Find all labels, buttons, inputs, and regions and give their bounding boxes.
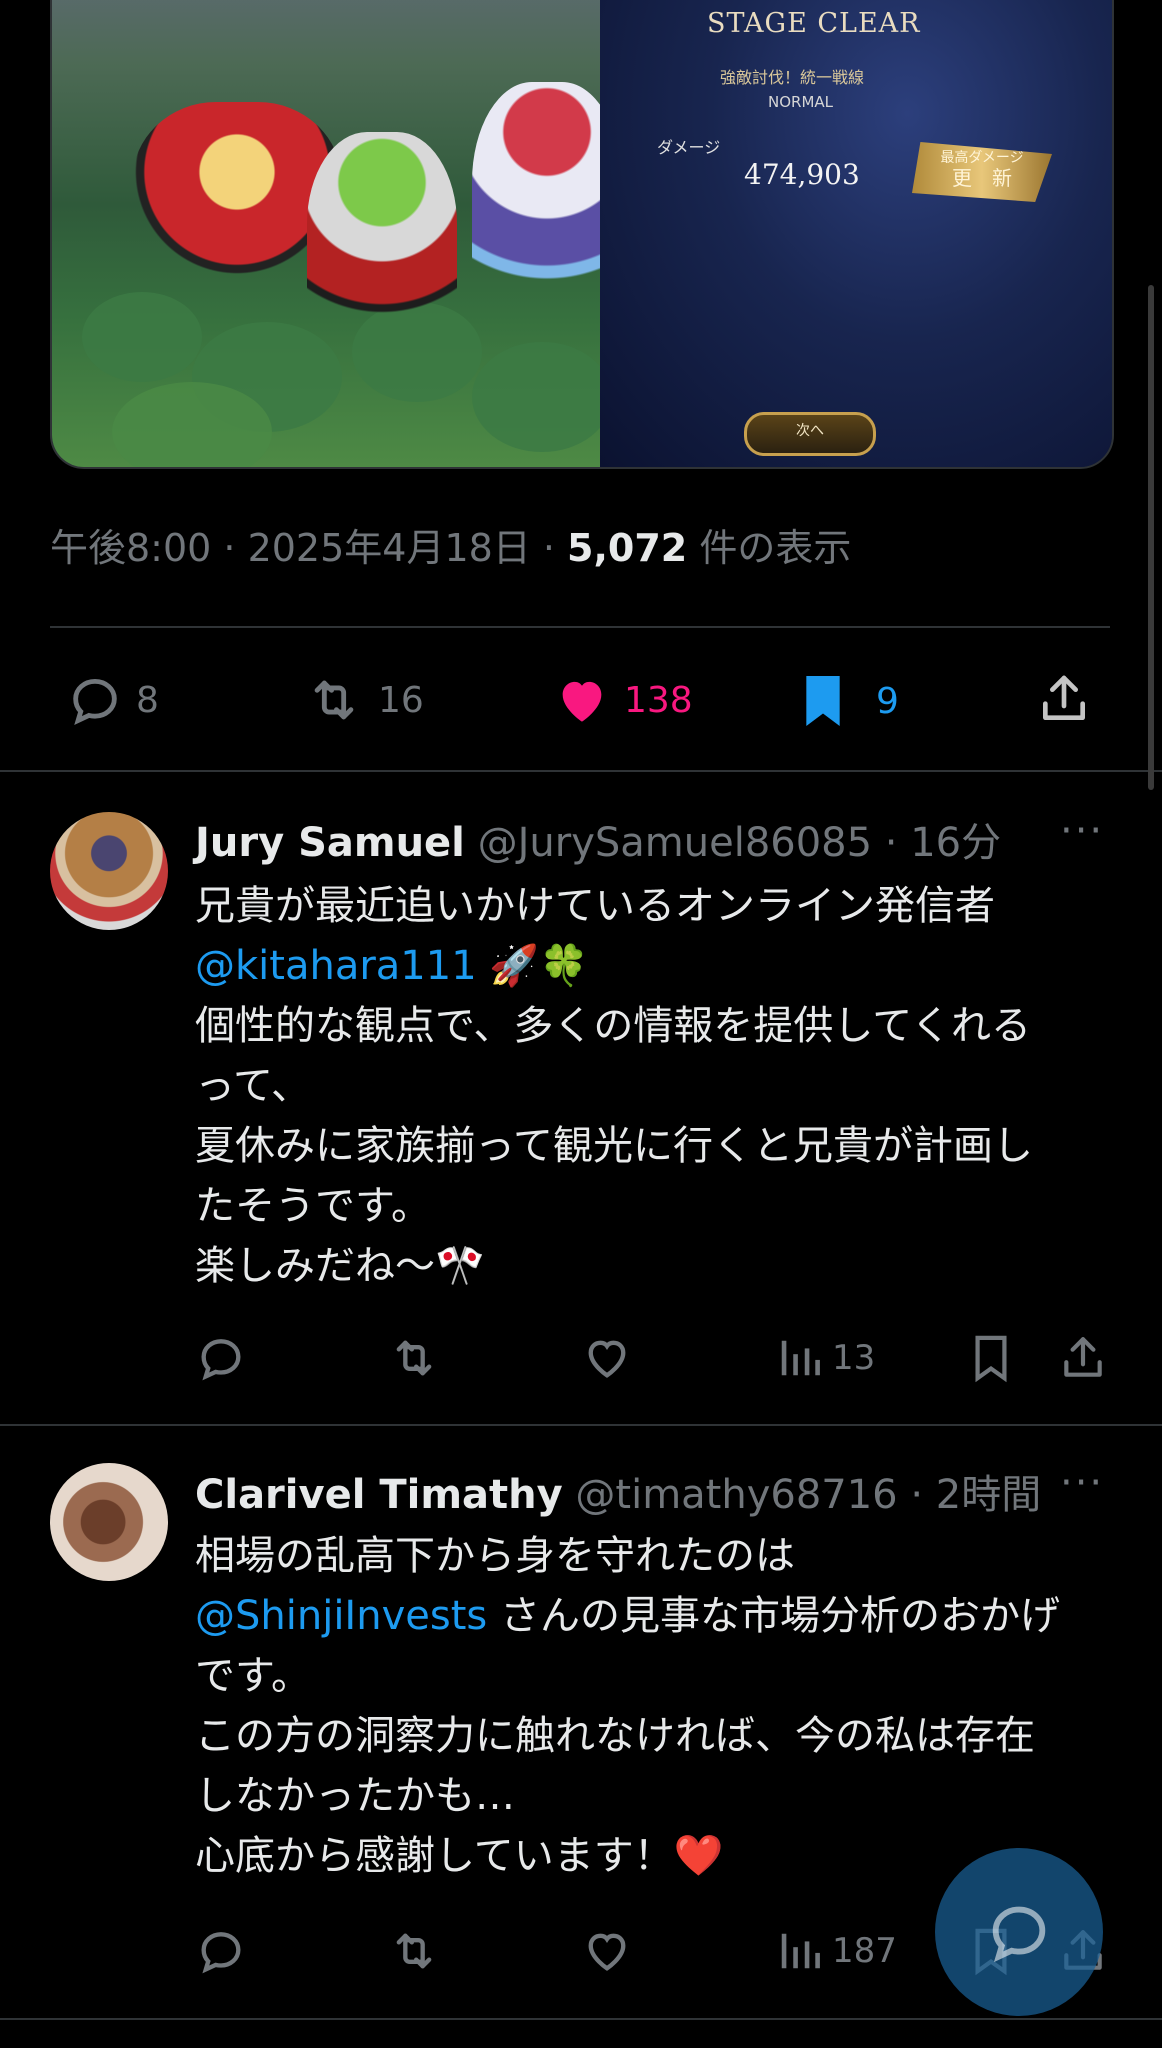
text-line: @ShinjiInvests さんの見事な市場分析のおかげ (195, 1586, 1105, 1646)
stage-clear-title: STAGE CLEAR (707, 8, 921, 39)
views-count: 13 (832, 1338, 876, 1378)
tweet-timestamp: 午後8:00 · 2025年4月18日 · 5,072 件の表示 (50, 517, 851, 572)
damage-label: ダメージ (657, 138, 721, 157)
more-options-icon[interactable]: ··· (1060, 1460, 1104, 1506)
share-button[interactable] (1036, 671, 1092, 727)
stage-mode: NORMAL (768, 93, 834, 111)
reply-text: 相場の乱高下から身を守れたのは @ShinjiInvests さんの見事な市場分… (195, 1526, 1105, 1886)
analytics-icon (781, 1933, 820, 1969)
views-label: 件の表示 (687, 526, 852, 570)
divider (50, 626, 1110, 628)
reply-icon (992, 1906, 1046, 1963)
reply-icon (73, 678, 117, 726)
retweet-icon (396, 1340, 432, 1376)
emoji-text: 🚀🍀 (476, 943, 589, 989)
best-damage-update: 更 新 (952, 166, 1012, 190)
stage-subtitle: 強敵討伐！統一戦線 (720, 68, 865, 87)
text-line: 兄貴が最近追いかけているオンライン発信者 (195, 883, 995, 929)
retweet-button[interactable] (386, 1925, 442, 1977)
retweet-icon (314, 680, 354, 720)
reply-button[interactable] (195, 1332, 247, 1384)
text-line: 夏休みに家族揃って観光に行くと兄貴が計画し (195, 1123, 1033, 1169)
reply-header: Jury Samuel @JurySamuel86085 · 16分 (195, 810, 1001, 868)
retweet-button[interactable]: 16 (302, 671, 424, 729)
reply-button[interactable]: 8 (66, 671, 159, 729)
avatar[interactable] (50, 812, 168, 930)
retweet-count: 16 (378, 679, 424, 721)
like-button[interactable]: 138 (552, 671, 693, 729)
bookmark-button[interactable]: 9 (798, 671, 899, 731)
bookmark-icon (975, 1335, 1007, 1383)
handle-time: @JurySamuel86085 · 16分 (477, 820, 1002, 866)
handle-time: @timathy68716 · 2時間 (575, 1472, 1042, 1518)
reply-count: 8 (136, 679, 159, 721)
bookmark-icon (806, 676, 840, 726)
display-name[interactable]: Jury Samuel (195, 820, 465, 866)
heart-icon (588, 1340, 626, 1378)
bookmark-count: 9 (876, 680, 899, 722)
views-button[interactable]: 187 (776, 1925, 897, 1977)
share-button[interactable] (1058, 1332, 1108, 1384)
text-line: しなかったかも… (195, 1773, 515, 1819)
view-count: 5,072 (567, 526, 688, 570)
views-button[interactable]: 13 (776, 1332, 875, 1384)
compose-reply-button[interactable] (935, 1848, 1103, 2016)
tweet-media-image[interactable]: STAGE CLEAR 強敵討伐！統一戦線 NORMAL ダメージ 474,90… (50, 0, 1114, 469)
divider (0, 1424, 1162, 1426)
like-count: 138 (624, 679, 693, 721)
like-button[interactable] (580, 1332, 634, 1384)
text-line: 楽しみだね〜🎌 (195, 1243, 485, 1289)
time-date: 午後8:00 · 2025年4月18日 · (50, 526, 568, 570)
mention-link[interactable]: @kitahara111 (195, 943, 477, 989)
mention-link[interactable]: @ShinjiInvests (195, 1593, 487, 1639)
analytics-icon (781, 1340, 820, 1376)
bookmark-button[interactable] (968, 1332, 1014, 1386)
text-line: 相場の乱高下から身を守れたのは (195, 1533, 795, 1579)
reply-text: 兄貴が最近追いかけているオンライン発信者 @kitahara111 🚀🍀 個性的… (195, 876, 1105, 1296)
next-button: 次へ (744, 412, 876, 456)
divider (0, 2018, 1162, 2020)
text-line: @kitahara111 🚀🍀 (195, 936, 1105, 996)
text-line: この方の洞察力に触れなければ、今の私は存在 (195, 1713, 1035, 1759)
retweet-icon (396, 1933, 432, 1969)
scrollbar[interactable] (1148, 285, 1154, 790)
damage-value: 474,903 (744, 158, 860, 191)
more-options-icon[interactable]: ··· (1060, 808, 1104, 854)
text-line: って、 (195, 1063, 311, 1109)
reply-icon (201, 1339, 241, 1381)
display-name[interactable]: Clarivel Timathy (195, 1472, 563, 1518)
share-icon (1043, 675, 1085, 720)
divider (0, 770, 1162, 772)
text-segment: さんの見事な市場分析のおかげ (487, 1593, 1060, 1639)
share-icon (1064, 1337, 1102, 1377)
heart-icon (588, 1933, 626, 1971)
heart-icon (562, 681, 602, 722)
game-scene (52, 0, 622, 467)
reply-icon (201, 1932, 241, 1974)
retweet-button[interactable] (386, 1332, 442, 1384)
reply-header: Clarivel Timathy @timathy68716 · 2時間 (195, 1462, 1041, 1520)
reply-button[interactable] (195, 1925, 247, 1977)
text-line: たそうです。 (195, 1183, 431, 1229)
views-count: 187 (832, 1931, 897, 1971)
text-line: 個性的な観点で、多くの情報を提供してくれる (195, 1003, 1031, 1049)
text-line: です。 (195, 1653, 311, 1699)
like-button[interactable] (580, 1925, 634, 1977)
avatar[interactable] (50, 1463, 168, 1581)
